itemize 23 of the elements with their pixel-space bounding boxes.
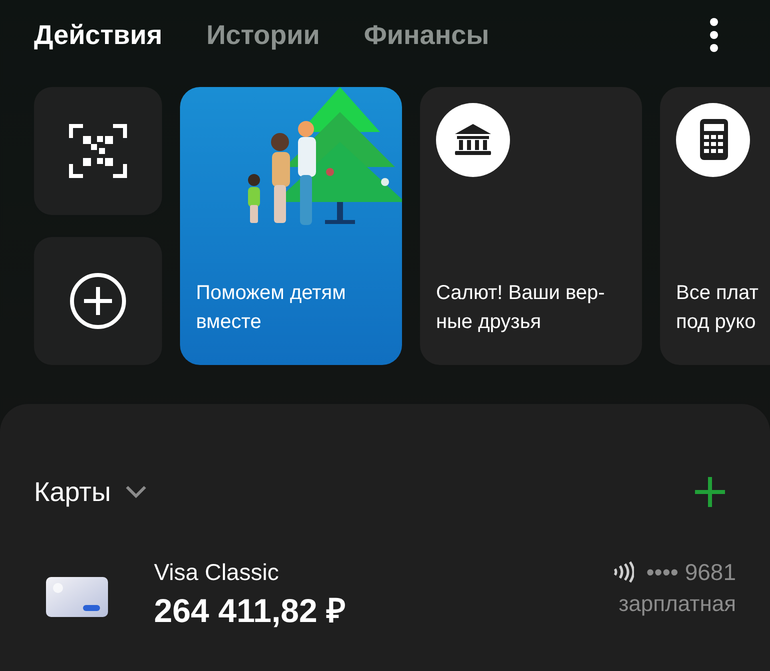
card-number: •••• 9681: [646, 558, 736, 586]
calculator-icon: [676, 103, 750, 177]
chevron-down-icon: [124, 485, 147, 500]
tab[interactable]: Действия: [34, 14, 162, 56]
card-label: зарплатная: [618, 590, 736, 618]
story-card[interactable]: Все плат под руко: [660, 87, 770, 365]
story-title: Салют! Ваши вер- ные друзья: [435, 281, 605, 335]
bank-card-icon: [46, 576, 108, 616]
bank-building-icon: [436, 103, 510, 177]
quick-action-button[interactable]: [34, 87, 162, 215]
card-balance: 264 411,82 ₽: [154, 590, 346, 630]
cards-dropdown[interactable]: Карты: [34, 472, 147, 512]
story-title: Все плат под руко: [675, 281, 758, 335]
card-name: Visa Classic: [154, 558, 279, 586]
story-title: Поможем детям вместе: [195, 281, 346, 335]
story-card[interactable]: Салют! Ваши вер- ные друзья: [420, 87, 642, 365]
add-card-icon[interactable]: [694, 476, 726, 508]
story-card[interactable]: Поможем детям вместе: [180, 87, 402, 365]
add-icon: [69, 272, 127, 330]
quick-action-button[interactable]: [34, 237, 162, 365]
tab[interactable]: Истории: [206, 14, 320, 56]
tab[interactable]: Финансы: [364, 14, 490, 56]
qr-scan-icon: [69, 122, 127, 180]
